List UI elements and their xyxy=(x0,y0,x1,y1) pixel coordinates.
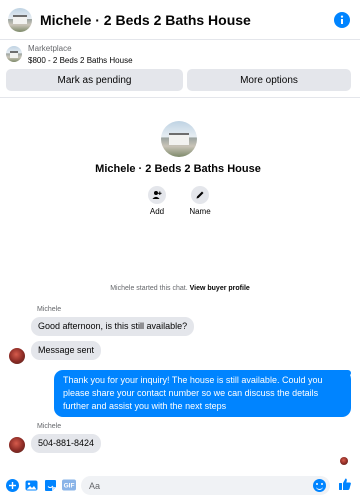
listing-thumbnail[interactable] xyxy=(8,7,32,32)
avatar[interactable] xyxy=(9,348,25,364)
name-button[interactable]: Name xyxy=(185,186,215,216)
plus-icon[interactable] xyxy=(5,478,19,492)
seen-avatar xyxy=(340,457,348,465)
chat-header: Michele · 2 Beds 2 Baths House xyxy=(0,0,360,40)
chat-started-notice: Michele started this chat. View buyer pr… xyxy=(0,285,360,292)
sticker-icon[interactable] xyxy=(43,478,57,492)
photo-icon[interactable] xyxy=(24,478,38,492)
chat-started-text: Michele started this chat. xyxy=(110,285,188,292)
chat-title[interactable]: Michele · 2 Beds 2 Baths House xyxy=(40,12,251,28)
thumbs-up-icon[interactable] xyxy=(338,477,352,491)
profile-name: Michele · 2 Beds 2 Baths House xyxy=(95,163,261,175)
message-composer: GIF xyxy=(0,472,360,500)
incoming-message[interactable]: 504-881-8424 xyxy=(31,434,102,453)
svg-text:GIF: GIF xyxy=(64,483,75,490)
gif-icon[interactable]: GIF xyxy=(62,478,76,492)
profile-photo[interactable] xyxy=(161,121,197,157)
listing-price-title[interactable]: $800 - 2 Beds 2 Baths House xyxy=(28,56,133,65)
message-input[interactable] xyxy=(81,476,330,495)
add-label: Add xyxy=(149,207,165,216)
profile-section: Michele · 2 Beds 2 Baths House Add Name xyxy=(0,98,360,228)
message-sender: Michele xyxy=(37,423,62,430)
outgoing-message[interactable]: Thank you for your inquiry! The house is… xyxy=(54,370,351,417)
add-person-icon xyxy=(148,186,166,204)
listing-small-thumbnail[interactable] xyxy=(6,46,22,62)
view-buyer-profile-link[interactable]: View buyer profile xyxy=(190,285,250,292)
emoji-icon[interactable] xyxy=(313,479,326,492)
more-options-button[interactable]: More options xyxy=(187,69,351,91)
incoming-message[interactable]: Good afternoon, is this still available? xyxy=(31,317,195,336)
marketplace-label: Marketplace xyxy=(28,44,72,53)
name-label: Name xyxy=(189,207,211,216)
pencil-icon xyxy=(191,186,209,204)
incoming-message[interactable]: Message sent xyxy=(31,341,102,360)
message-sender: Michele xyxy=(37,306,62,313)
add-button[interactable]: Add xyxy=(142,186,172,216)
mark-as-pending-button[interactable]: Mark as pending xyxy=(6,69,183,91)
info-icon[interactable] xyxy=(332,10,352,30)
avatar[interactable] xyxy=(9,437,25,453)
marketplace-banner: Marketplace $800 - 2 Beds 2 Baths House … xyxy=(0,40,360,98)
